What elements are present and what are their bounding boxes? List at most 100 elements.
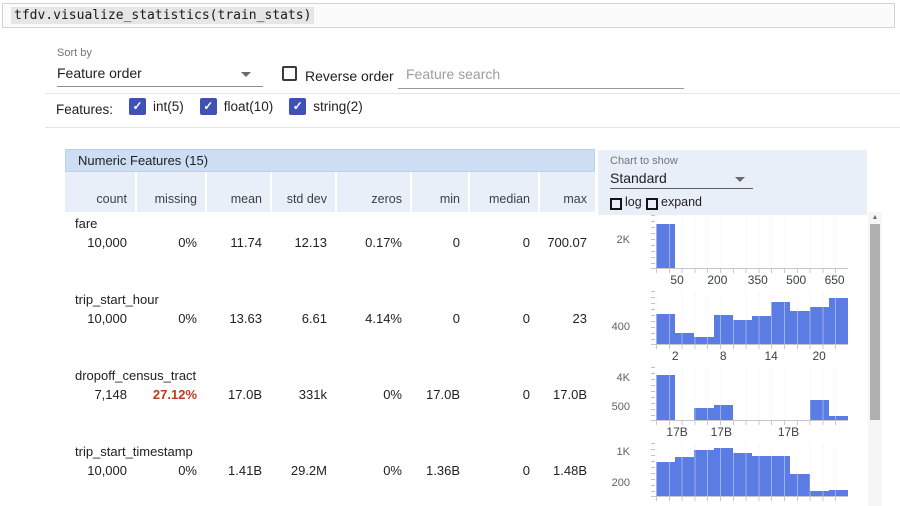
sort-by-label: Sort by <box>57 47 92 59</box>
chevron-down-icon <box>241 72 251 77</box>
stat-value: 0% <box>135 463 205 478</box>
stat-values: 10,0000%11.7412.130.17%00700.07 <box>65 235 595 250</box>
x-axis-label: 200 <box>707 273 727 287</box>
stat-value: 0 <box>468 311 538 326</box>
stat-values: 7,14827.12%17.0B331k0%17.0B017.0B <box>65 387 595 402</box>
stat-value: 1.36B <box>410 463 468 478</box>
histogram-trip_start_timestamp: 1K 200 <box>600 441 868 506</box>
stat-value: 0 <box>468 387 538 402</box>
sort-by-value: Feature order <box>57 65 142 81</box>
x-axis-label: 500 <box>786 273 806 287</box>
chart-to-show-select[interactable]: Standard <box>610 169 753 189</box>
table-header: countmissingmeanstd devzerosminmedianmax <box>65 172 595 212</box>
feature-name: dropoff_census_tract <box>75 368 196 383</box>
gridlines <box>656 367 848 421</box>
stat-value: 0 <box>410 235 468 250</box>
feature-type-filters: ✓ int(5) ✓ float(10) ✓ string(2) <box>129 98 363 115</box>
log-label: log <box>625 195 642 209</box>
x-axis-label: 8 <box>720 349 727 363</box>
feature-type-label: int(5) <box>153 99 184 114</box>
histogram-plot[interactable] <box>656 443 848 497</box>
column-header-min: min <box>410 172 468 212</box>
scrollbar[interactable]: ▲ <box>868 212 882 506</box>
chart-controls-panel: Chart to show Standard log expand <box>598 150 867 215</box>
x-axis-line <box>651 268 848 269</box>
stat-value: 27.12% <box>135 387 205 402</box>
feature-type-filter: ✓ string(2) <box>289 98 363 115</box>
expand-label: expand <box>661 195 702 209</box>
histogram-fare: 2K50200350500650 <box>600 213 868 289</box>
stat-value: 4.14% <box>335 311 410 326</box>
stat-value: 331k <box>270 387 335 402</box>
stat-value: 23 <box>538 311 595 326</box>
stat-values: 10,0000%13.636.614.14%0023 <box>65 311 595 326</box>
stat-value: 29.2M <box>270 463 335 478</box>
stat-value: 13.63 <box>205 311 270 326</box>
stat-value: 17.0B <box>410 387 468 402</box>
x-axis-line <box>651 496 848 497</box>
x-axis-label: 650 <box>825 273 845 287</box>
stat-value: 0% <box>335 463 410 478</box>
y-axis-ticks <box>651 443 655 497</box>
scroll-up-icon[interactable]: ▲ <box>868 213 882 223</box>
checkbox-checked-icon[interactable]: ✓ <box>200 98 217 115</box>
table-rows: fare10,0000%11.7412.130.17%00700.07trip_… <box>65 212 595 506</box>
y-axis-label: 4K <box>600 372 630 384</box>
checkbox-checked-icon[interactable]: ✓ <box>129 98 146 115</box>
histograms: 2K502003505006504002814204K50017B17B17B1… <box>600 213 868 506</box>
tfdv-statistics-widget: tfdv.visualize_statistics(train_stats) S… <box>0 0 900 506</box>
x-axis-line <box>651 420 848 421</box>
histogram-plot[interactable] <box>656 367 848 421</box>
stat-value: 17.0B <box>538 387 595 402</box>
x-axis-ticks <box>656 497 848 501</box>
column-header-count: count <box>65 172 135 212</box>
reverse-order-checkbox[interactable] <box>282 66 297 81</box>
reverse-order-label: Reverse order <box>305 68 394 84</box>
column-header-mean: mean <box>205 172 270 212</box>
stat-value: 1.41B <box>205 463 270 478</box>
chart-to-show-value: Standard <box>610 170 667 186</box>
y-axis-ticks <box>651 215 655 269</box>
stat-value: 10,000 <box>65 463 135 478</box>
feature-type-label: string(2) <box>313 99 363 114</box>
sort-by-select[interactable]: Feature order <box>57 61 263 87</box>
feature-name: trip_start_hour <box>75 292 159 307</box>
code-cell[interactable]: tfdv.visualize_statistics(train_stats) <box>2 3 895 28</box>
gridlines <box>656 215 848 269</box>
stat-value: 6.61 <box>270 311 335 326</box>
expand-checkbox[interactable] <box>646 198 658 210</box>
y-axis-label: 1K <box>600 446 630 458</box>
stat-value: 10,000 <box>65 311 135 326</box>
y-axis-ticks <box>651 367 655 421</box>
histogram-plot[interactable] <box>656 215 848 269</box>
feature-type-label: float(10) <box>224 99 274 114</box>
stat-value: 0% <box>135 235 205 250</box>
stat-value: 12.13 <box>270 235 335 250</box>
code-text: tfdv.visualize_statistics(train_stats) <box>11 7 314 24</box>
table-row: trip_start_timestamp10,0000%1.41B29.2M0%… <box>65 440 595 506</box>
histogram-trip_start_hour: 400281420 <box>600 289 868 365</box>
y-axis-label: 200 <box>600 477 630 489</box>
feature-search-input[interactable] <box>398 61 684 89</box>
stat-value: 10,000 <box>65 235 135 250</box>
stat-value: 0 <box>410 311 468 326</box>
stat-value: 0% <box>135 311 205 326</box>
table-row: fare10,0000%11.7412.130.17%00700.07 <box>65 212 595 288</box>
gridlines <box>656 443 848 497</box>
divider <box>45 93 900 94</box>
x-axis-label: 17B <box>711 425 732 439</box>
column-header-median: median <box>468 172 538 212</box>
table-row: trip_start_hour10,0000%13.636.614.14%002… <box>65 288 595 364</box>
chevron-down-icon <box>735 177 745 182</box>
stat-value: 700.07 <box>538 235 595 250</box>
column-header-zeros: zeros <box>335 172 410 212</box>
log-checkbox[interactable] <box>610 198 622 210</box>
checkbox-checked-icon[interactable]: ✓ <box>289 98 306 115</box>
stat-value: 11.74 <box>205 235 270 250</box>
stat-value: 0 <box>468 235 538 250</box>
scrollbar-thumb[interactable] <box>870 224 880 420</box>
column-header-missing: missing <box>135 172 205 212</box>
histogram-plot[interactable] <box>656 291 848 345</box>
x-axis-label: 350 <box>748 273 768 287</box>
features-label: Features: <box>56 102 113 117</box>
